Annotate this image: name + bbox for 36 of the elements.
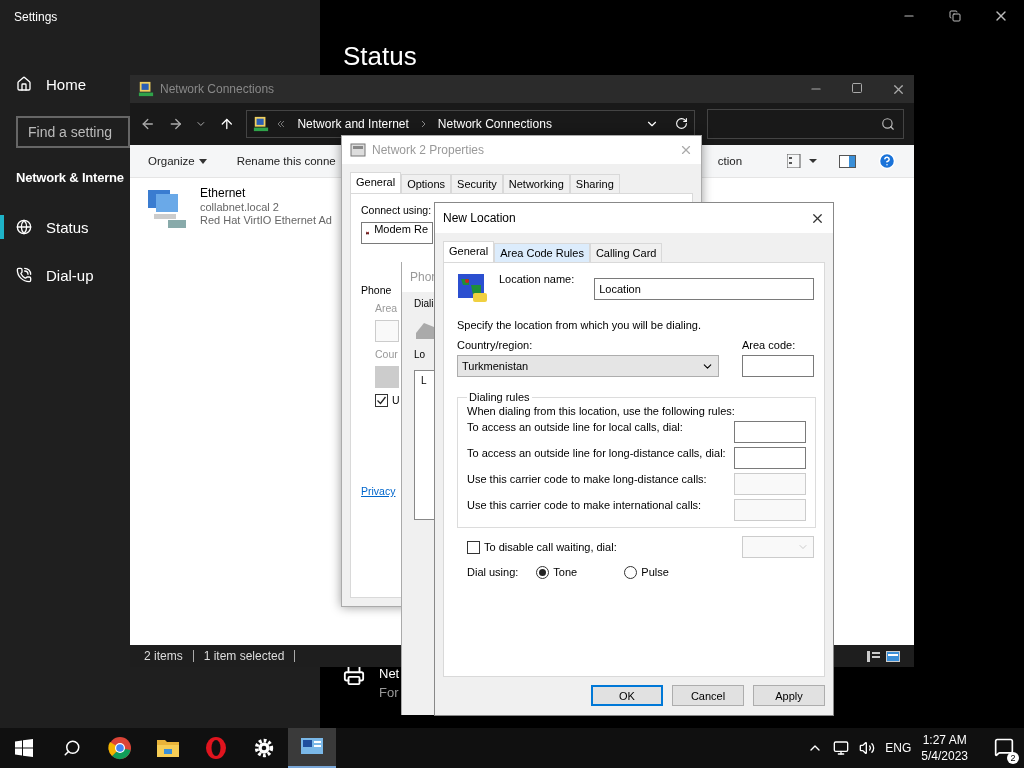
window-title: Settings (13, 9, 59, 26)
group-label: Phone (361, 284, 392, 296)
field-label: Area code: (742, 339, 796, 351)
radio-label: Tone (553, 566, 578, 578)
group-label: Dialing rules (468, 391, 531, 403)
field-label: To access an outside line for long-distance calls, dial: (467, 447, 726, 459)
field-label: Use this carrier code to make long-distance calls: (467, 473, 707, 485)
related-title: Net (379, 665, 400, 683)
field-label: Use this carrier code to make international calls: (467, 499, 702, 511)
checkbox-label: To disable call waiting, dial: (484, 540, 617, 553)
field-label: Lo (414, 349, 426, 360)
dialog-title: Network 2 Properties (372, 143, 485, 157)
field-label: Dial using: (467, 566, 519, 578)
column-header: L (421, 375, 427, 386)
connection-network: collabnet.local 2 (200, 201, 279, 213)
checkbox-label: U (392, 394, 400, 406)
connection-adapter: Red Hat VirtIO Ethernet Ad (200, 214, 332, 226)
instruction-text: Specify the location from which you will be dialing. (457, 319, 701, 331)
field-label: Country/region: (457, 339, 533, 351)
field-label: Connect using: (361, 204, 432, 216)
field-label: Area (375, 302, 398, 314)
window-title: Network Connections (160, 82, 275, 96)
rules-intro: When dialing from this location, use the following rules: (467, 405, 735, 417)
field-label: Cour (375, 348, 398, 360)
dialog-title: New Location (443, 211, 516, 225)
related-subtitle: For (379, 684, 399, 702)
field-label: Location name: (499, 273, 575, 285)
field-label: To access an outside line for local calls, dial: (467, 421, 683, 433)
dialog-title: Phor (410, 270, 436, 284)
notification-count: 2 (1007, 751, 1019, 764)
item-count: 2 items (144, 649, 183, 663)
selection-count: 1 item selected (203, 649, 285, 663)
section-heading: Network & Interne (16, 170, 124, 185)
connection-name: Ethernet (200, 186, 247, 200)
page-title: Status (343, 40, 417, 72)
radio-label: Pulse (641, 566, 669, 578)
